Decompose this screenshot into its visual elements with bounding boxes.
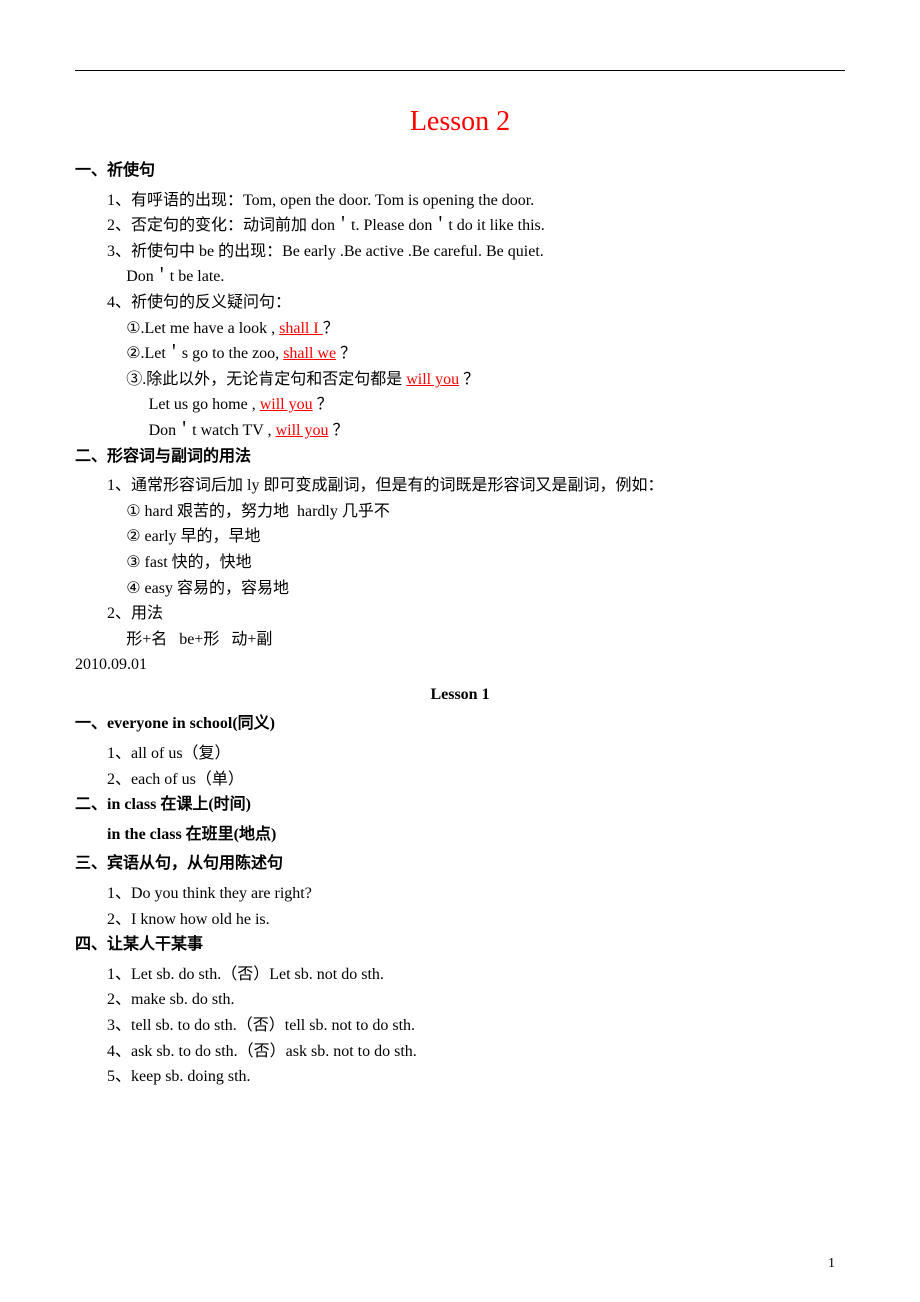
s1-item4b: ②.Let＇s go to the zoo, shall we ？ bbox=[75, 341, 845, 367]
l3-b: 2、I know how old he is. bbox=[75, 907, 845, 933]
s1-4b-pre: ②.Let＇s go to the zoo, bbox=[126, 345, 283, 362]
s2-item1c: ③ fast 快的，快地 bbox=[75, 550, 845, 576]
s2-item1b: ② early 早的，早地 bbox=[75, 524, 845, 550]
s1-4c-post: ？ bbox=[459, 371, 479, 388]
s1-4d-u: will you bbox=[260, 396, 313, 413]
l1-a: 1、all of us（复） bbox=[75, 741, 845, 767]
s1-4a-u: shall I bbox=[279, 320, 323, 337]
section-2-head: 二、形容词与副词的用法 bbox=[75, 444, 845, 470]
top-divider bbox=[75, 70, 845, 71]
s1-4e-post: ？ bbox=[328, 422, 348, 439]
s1-4b-post: ？ bbox=[336, 345, 356, 362]
l4-c: 3、tell sb. to do sth.（否）tell sb. not to … bbox=[75, 1013, 845, 1039]
s1-item1: 1、有呼语的出现：Tom, open the door. Tom is open… bbox=[75, 188, 845, 214]
s2-item1: 1、通常形容词后加 ly 即可变成副词，但是有的词既是形容词又是副词，例如： bbox=[75, 473, 845, 499]
sub-title: Lesson 1 bbox=[75, 682, 845, 708]
l3-head: 三、宾语从句，从句用陈述句 bbox=[75, 851, 845, 877]
main-title: Lesson 2 bbox=[75, 106, 845, 138]
s1-4e-u: will you bbox=[276, 422, 329, 439]
s1-item4a: ①.Let me have a look , shall I ？ bbox=[75, 316, 845, 342]
s1-item4: 4、祈使句的反义疑问句： bbox=[75, 290, 845, 316]
s1-item2: 2、否定句的变化：动词前加 don＇t. Please don＇t do it … bbox=[75, 213, 845, 239]
s1-4e-pre: Don＇t watch TV , bbox=[149, 422, 276, 439]
document-page: Lesson 2 一、祈使句 1、有呼语的出现：Tom, open the do… bbox=[0, 0, 920, 1302]
s1-4b-u: shall we bbox=[283, 345, 336, 362]
l4-head: 四、让某人干某事 bbox=[75, 932, 845, 958]
l1-head: 一、everyone in school(同义) bbox=[75, 711, 845, 737]
s2-item1a: ① hard 艰苦的，努力地 hardly 几乎不 bbox=[75, 499, 845, 525]
page-number: 1 bbox=[828, 1256, 835, 1272]
l4-a: 1、Let sb. do sth.（否）Let sb. not do sth. bbox=[75, 962, 845, 988]
l4-e: 5、keep sb. doing sth. bbox=[75, 1064, 845, 1090]
s1-item4d: Let us go home , will you ？ bbox=[75, 392, 845, 418]
s1-4d-pre: Let us go home , bbox=[149, 396, 260, 413]
s1-item3b: Don＇t be late. bbox=[75, 264, 845, 290]
s1-4a-pre: ①.Let me have a look , bbox=[126, 320, 279, 337]
l3-a: 1、Do you think they are right? bbox=[75, 881, 845, 907]
s2-item2: 2、用法 bbox=[75, 601, 845, 627]
l1-b: 2、each of us（单） bbox=[75, 767, 845, 793]
s2-item1d: ④ easy 容易的，容易地 bbox=[75, 576, 845, 602]
l2-head2: in the class 在班里(地点) bbox=[75, 822, 845, 848]
s1-4d-post: ？ bbox=[313, 396, 333, 413]
l4-b: 2、make sb. do sth. bbox=[75, 987, 845, 1013]
s1-4c-pre: ③.除此以外，无论肯定句和否定句都是 bbox=[126, 371, 406, 388]
s1-item3: 3、祈使句中 be 的出现：Be early .Be active .Be ca… bbox=[75, 239, 845, 265]
s1-4c-u: will you bbox=[406, 371, 459, 388]
l4-d: 4、ask sb. to do sth.（否）ask sb. not to do… bbox=[75, 1039, 845, 1065]
s1-4a-post: ？ bbox=[323, 320, 339, 337]
s1-item4e: Don＇t watch TV , will you ？ bbox=[75, 418, 845, 444]
s1-item4c: ③.除此以外，无论肯定句和否定句都是 will you ？ bbox=[75, 367, 845, 393]
date-line: 2010.09.01 bbox=[75, 652, 845, 678]
l2-head1: 二、in class 在课上(时间) bbox=[75, 792, 845, 818]
s2-item2a: 形+名 be+形 动+副 bbox=[75, 627, 845, 653]
section-1-head: 一、祈使句 bbox=[75, 158, 845, 184]
